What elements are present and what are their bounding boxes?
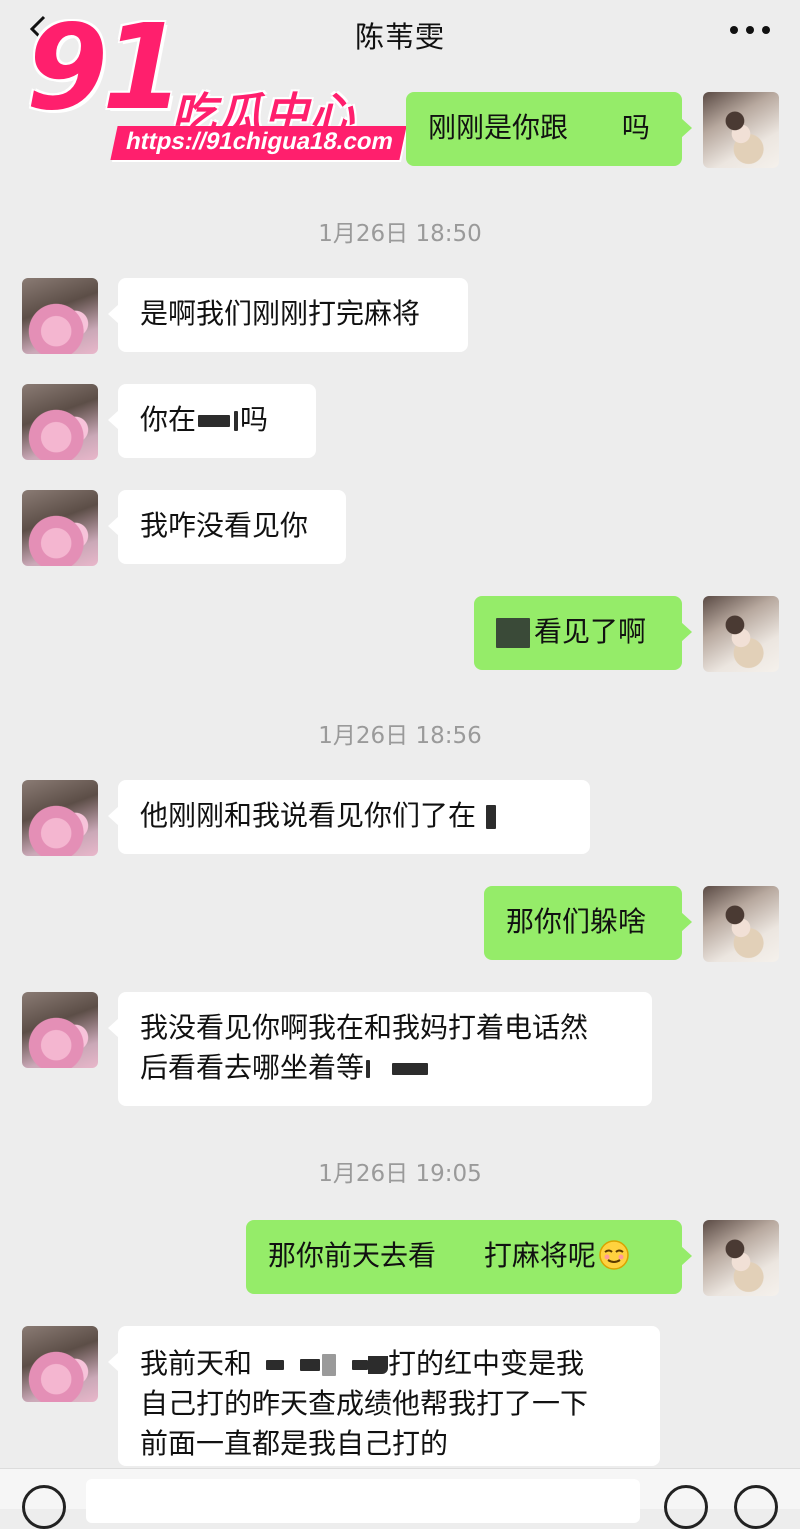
avatar-me[interactable]: [703, 92, 779, 168]
message-bubble-received[interactable]: 我没看见你啊我在和我妈打着电话然 后看看去哪坐着等: [108, 992, 652, 1106]
message-bubble-sent[interactable]: 刚刚是你跟 吗: [406, 92, 692, 166]
avatar-other[interactable]: [22, 384, 98, 460]
message-text: 自己打的昨天查成绩他帮我打了一下: [140, 1387, 589, 1420]
redaction-mark: [368, 1356, 389, 1374]
message-text: 打的红中变是我: [388, 1347, 585, 1380]
message-bubble-received[interactable]: 是啊我们刚刚打完麻将: [108, 278, 468, 352]
message-bubble-received[interactable]: 我咋没看见你: [108, 490, 346, 564]
redaction-mark: [352, 1360, 369, 1370]
message-text: 那你们躲啥: [506, 905, 647, 938]
avatar-me[interactable]: [703, 596, 779, 672]
timestamp: 1月26日 18:56: [318, 723, 482, 749]
message-text: 刚刚是你跟: [428, 111, 569, 144]
message-text: 前面一直都是我自己打的: [140, 1427, 449, 1460]
watermark-number: 91: [26, 0, 184, 136]
avatar-other[interactable]: [22, 278, 98, 354]
redaction-mark: [486, 805, 497, 829]
message-text: 我前天和: [140, 1347, 253, 1380]
avatar-other[interactable]: [22, 490, 98, 566]
redaction-mark: [496, 618, 530, 648]
message-bubble-sent[interactable]: 那你们躲啥: [484, 886, 692, 960]
message-text: 他刚刚和我说看见你们了在: [140, 799, 477, 832]
redaction-mark: [392, 1063, 429, 1075]
avatar-me[interactable]: [703, 1220, 779, 1296]
message-text: 吗: [240, 403, 269, 436]
more-dots-icon[interactable]: [728, 24, 772, 36]
avatar-other[interactable]: [22, 780, 98, 856]
message-text: 看见了啊: [534, 615, 647, 648]
redaction-mark: [322, 1354, 337, 1376]
message-bubble-sent[interactable]: 看见了啊: [474, 596, 692, 670]
redaction-mark: [366, 1060, 371, 1078]
watermark-logo: 91 吃瓜中心 https://91chigua18.com: [22, 2, 412, 168]
message-text: 我没看见你啊我在和我妈打着电话然: [140, 1011, 589, 1044]
timestamp: 1月26日 19:05: [318, 1161, 482, 1187]
message-text: 后看看去哪坐着等: [140, 1051, 365, 1084]
timestamp: 1月26日 18:50: [318, 221, 482, 247]
message-text: 打麻将呢: [483, 1239, 596, 1272]
message-text: 我咋没看见你: [140, 509, 309, 542]
voice-input-icon[interactable]: [22, 1485, 66, 1529]
message-text: 那你前天去看: [268, 1239, 437, 1272]
redaction-mark: [300, 1359, 321, 1371]
emoji-icon[interactable]: [664, 1485, 708, 1529]
message-bubble-received[interactable]: 你在 吗: [108, 384, 316, 458]
message-input[interactable]: [86, 1479, 640, 1523]
redaction-mark: [198, 415, 231, 427]
input-bar: [0, 1468, 800, 1529]
message-text: 你在: [140, 403, 197, 436]
message-bubble-received[interactable]: 我前天和 打的红中变是我 自己打的昨天查成绩他帮我打了一下 前面一直都是我自己打的: [108, 1326, 660, 1466]
message-bubble-received[interactable]: 他刚刚和我说看见你们了在: [108, 780, 590, 854]
redaction-mark: [234, 411, 239, 431]
plus-icon[interactable]: [734, 1485, 778, 1529]
redaction-mark: [266, 1360, 285, 1370]
message-text: 吗: [621, 111, 650, 144]
watermark-url: https://91chigua18.com: [110, 126, 407, 160]
avatar-other[interactable]: [22, 992, 98, 1068]
message-bubble-sent[interactable]: 那你前天去看 打麻将呢: [246, 1220, 692, 1294]
message-text: 是啊我们刚刚打完麻将: [140, 297, 421, 330]
squinting-face-emoji-icon: [599, 1240, 629, 1270]
avatar-me[interactable]: [703, 886, 779, 962]
avatar-other[interactable]: [22, 1326, 98, 1402]
